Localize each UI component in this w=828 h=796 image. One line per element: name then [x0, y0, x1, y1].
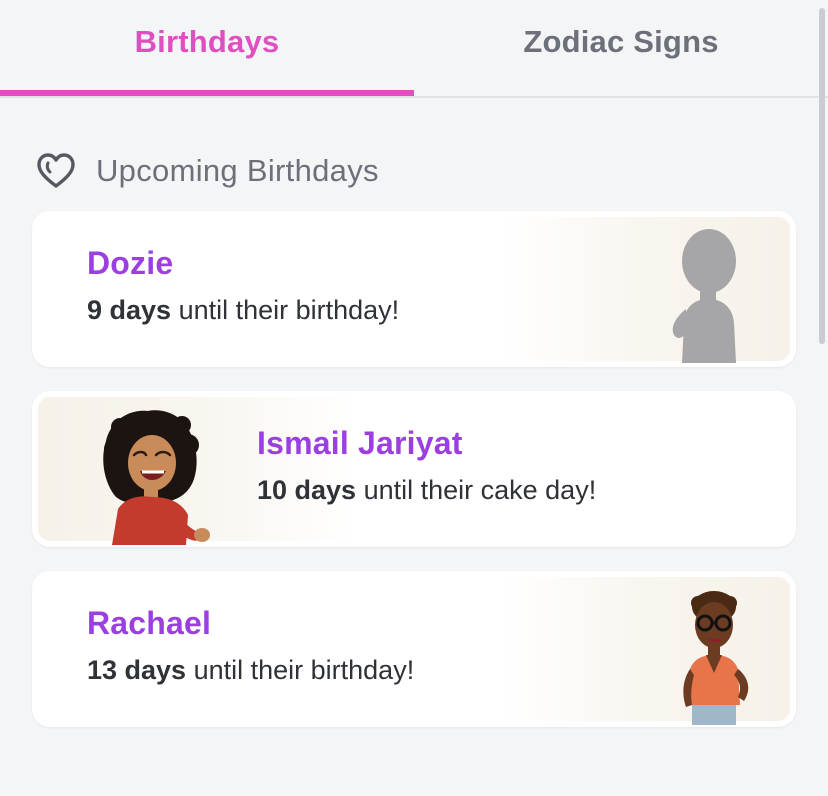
friend-name: Ismail Jariyat	[257, 425, 463, 461]
bitmoji-glasses-avatar	[683, 591, 749, 725]
section-header: Upcoming Birthdays	[34, 148, 379, 194]
countdown-suffix: until their cake day!	[356, 475, 597, 505]
tab-zodiac-signs[interactable]: Zodiac Signs	[414, 0, 828, 98]
days-count: 9 days	[87, 295, 172, 325]
birthday-countdown: 10 days until their cake day!	[257, 475, 596, 506]
birthday-card[interactable]: Rachael 13 days until their birthday!	[32, 571, 796, 727]
section-title: Upcoming Birthdays	[96, 153, 379, 188]
scrollbar[interactable]	[819, 8, 825, 344]
days-count: 13 days	[87, 655, 187, 685]
birthday-card[interactable]: Dozie 9 days until their birthday!	[32, 211, 796, 367]
birthday-card[interactable]: Ismail Jariyat 10 days until their cake …	[32, 391, 796, 547]
birthday-countdown: 13 days until their birthday!	[87, 655, 414, 686]
birthdays-screen: Birthdays Zodiac Signs Upcoming Birthday…	[0, 0, 828, 796]
birthday-countdown: 9 days until their birthday!	[87, 295, 399, 326]
active-tab-indicator	[0, 90, 414, 96]
friend-name: Dozie	[87, 245, 174, 281]
silhouette-avatar	[672, 229, 736, 363]
countdown-suffix: until their birthday!	[171, 295, 400, 325]
friend-name: Rachael	[87, 605, 212, 641]
bitmoji-laughing-avatar	[103, 410, 210, 545]
days-count: 10 days	[257, 475, 357, 505]
tab-bar: Birthdays Zodiac Signs	[0, 0, 828, 98]
tab-birthdays[interactable]: Birthdays	[0, 0, 414, 98]
heart-outline-icon	[37, 153, 75, 188]
countdown-suffix: until their birthday!	[186, 655, 415, 685]
